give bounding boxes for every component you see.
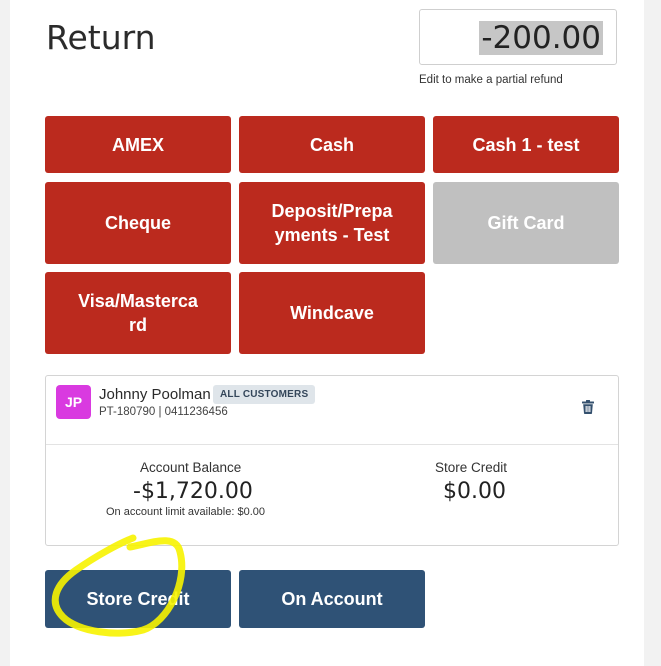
payment-button-deposit-prepayments[interactable]: Deposit/Prepa yments - Test (239, 182, 425, 264)
account-balance-value: -$1,720.00 (133, 479, 253, 504)
payment-button-amex[interactable]: AMEX (45, 116, 231, 173)
refund-amount-hint: Edit to make a partial refund (419, 74, 563, 86)
store-credit-label: Store Credit (435, 460, 508, 475)
trash-icon[interactable] (582, 400, 594, 414)
store-credit-button[interactable]: Store Credit (45, 570, 231, 628)
payment-button-gift-card[interactable]: Gift Card (433, 182, 619, 264)
payment-button-cheque[interactable]: Cheque (45, 182, 231, 264)
customer-details: PT-180790 | 0411236456 (99, 406, 228, 418)
store-credit-value: $0.00 (443, 479, 506, 504)
customer-name: Johnny Poolman (99, 386, 211, 403)
page-title: Return (46, 18, 156, 57)
payment-button-cash[interactable]: Cash (239, 116, 425, 173)
payment-button-windcave[interactable]: Windcave (239, 272, 425, 354)
refund-amount-input[interactable]: -200.00 (419, 9, 617, 65)
account-balance-label: Account Balance (140, 460, 242, 475)
payment-button-visa-mastercard[interactable]: Visa/Masterca rd (45, 272, 231, 354)
payment-button-cash-1-test[interactable]: Cash 1 - test (433, 116, 619, 173)
account-limit-note: On account limit available: $0.00 (106, 506, 265, 518)
refund-amount-value[interactable]: -200.00 (479, 21, 603, 55)
customer-card: JP Johnny Poolman ALL CUSTOMERS PT-18079… (45, 375, 619, 546)
on-account-button[interactable]: On Account (239, 570, 425, 628)
card-divider (46, 444, 618, 445)
customer-avatar: JP (56, 385, 91, 419)
customer-group-badge: ALL CUSTOMERS (213, 385, 316, 404)
